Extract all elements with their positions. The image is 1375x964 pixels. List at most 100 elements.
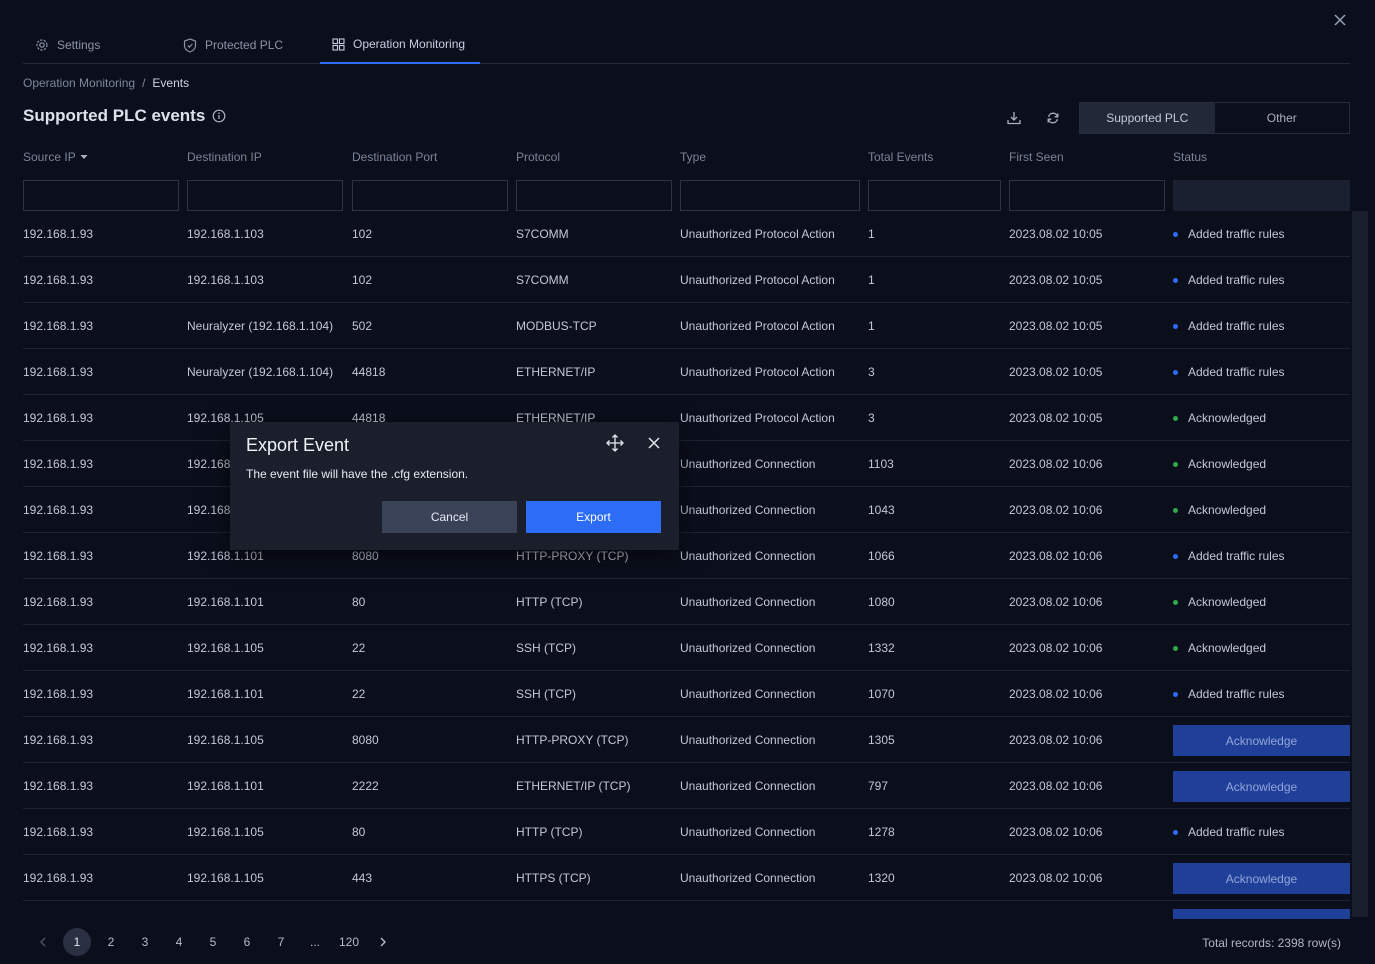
page-button-2[interactable]: 2 [94,928,128,956]
filter-protocol[interactable] [516,180,672,211]
column-header-total-events[interactable]: Total Events [868,150,933,164]
acknowledge-button[interactable]: Acknowledge [1173,909,1350,919]
page-button-1[interactable]: 1 [60,928,94,956]
column-header-destination-ip[interactable]: Destination IP [187,150,262,164]
cell-status: Acknowledged [1173,625,1350,671]
cell-destination-port: 80 [352,595,366,609]
table-row[interactable]: 192.168.1.93 192.168.1.101 80 HTTP (TCP) Una… [23,579,1350,625]
refresh-button[interactable] [1043,108,1063,128]
table-scrollbar[interactable] [1352,211,1368,917]
export-button[interactable]: Export [526,501,661,533]
status-text: Acknowledged [1188,595,1267,609]
table-row[interactable]: 192.168.1.93 192.168.1.105 443 HTTPS (TCP) U… [23,855,1350,901]
status-text: Acknowledged [1188,641,1267,655]
page-button-4[interactable]: 4 [162,928,196,956]
cell-first-seen: 2023.08.02 10:06 [1009,641,1103,655]
status-dot-icon [1173,461,1178,467]
page-button-5[interactable]: 5 [196,928,230,956]
tab-protected-plc[interactable]: Protected PLC [171,26,314,64]
info-icon[interactable] [212,109,226,123]
table-row[interactable]: 192.168.1.93 192.168.1.101 2222 ETHERNET/IP… [23,763,1350,809]
chevron-right-icon [380,937,386,947]
cell-type: Unauthorized Connection [680,641,816,655]
column-header-protocol[interactable]: Protocol [516,150,560,164]
cell-status: Acknowledged [1173,395,1350,441]
table-row[interactable]: Acknowledge [23,901,1350,919]
table-row[interactable]: 192.168.1.93 192.168 Unauthorized Connecti… [23,441,1350,487]
cell-destination-port: 44818 [352,365,386,379]
table-row[interactable]: 192.168.1.93 192.168.1.101 22 SSH (TCP) Unau… [23,671,1350,717]
pagination-ellipsis[interactable]: ... [298,928,332,956]
page-button-120[interactable]: 120 [332,928,366,956]
close-dialog-button[interactable] [644,433,664,453]
cell-destination-ip: 192.168.1.103 [187,227,264,241]
cell-source-ip [23,901,183,919]
move-dialog-handle[interactable] [605,433,625,453]
page-button-7[interactable]: 7 [264,928,298,956]
table-row[interactable]: 192.168.1.93 192.168.1.105 44818 ETHERNET/I… [23,395,1350,441]
prev-page-button[interactable] [26,928,60,956]
column-header-label: Protocol [516,150,561,164]
cell-protocol: SSH (TCP) [516,641,576,655]
tab-settings[interactable]: Settings [23,26,166,64]
cell-first-seen: 2023.08.02 10:05 [1009,319,1103,333]
cell-source-ip: 192.168.1.93 [23,733,94,747]
cell-total-events: 1080 [868,595,895,609]
table-row[interactable]: 192.168.1.93 192.168.1.103 102 S7COMM Unauth… [23,257,1350,303]
page-label: 3 [141,935,149,949]
breadcrumb-parent[interactable]: Operation Monitoring [23,76,135,90]
column-header-type[interactable]: Type [680,150,706,164]
cell-type: Unauthorized Connection [680,503,816,517]
segment-supported-plc[interactable]: Supported PLC [1080,103,1215,133]
acknowledge-button[interactable]: Acknowledge [1173,725,1350,756]
cell-type: Unauthorized Connection [680,549,816,563]
table-row[interactable]: 192.168.1.93 192.168.1.105 8080 HTTP-PROXY … [23,717,1350,763]
acknowledge-button[interactable]: Acknowledge [1173,771,1350,802]
column-header-first-seen[interactable]: First Seen [1009,150,1064,164]
download-icon [1007,112,1021,125]
page-label: 120 [338,935,360,949]
cell-destination-ip: 192.168.1.101 [187,779,264,793]
table-row[interactable]: 192.168.1.93 Neuralyzer (192.168.1.104) 50… [23,303,1350,349]
cancel-button[interactable]: Cancel [382,501,517,533]
dashboard-icon [332,37,345,51]
cell-first-seen [1009,901,1169,919]
page-button-3[interactable]: 3 [128,928,162,956]
status-text: Added traffic rules [1188,319,1285,333]
table-row[interactable]: 192.168.1.93 Neuralyzer (192.168.1.104) 44… [23,349,1350,395]
tab-operation-monitoring[interactable]: Operation Monitoring [320,26,480,64]
cell-destination-ip: 192.168.1.101 [187,687,264,701]
next-page-button[interactable] [366,928,400,956]
cell-total-events: 3 [868,365,875,379]
page-button-6[interactable]: 6 [230,928,264,956]
table-row[interactable]: 192.168.1.93 192.168.1.105 80 HTTP (TCP) Una… [23,809,1350,855]
filter-destination-ip[interactable] [187,180,343,211]
table-row[interactable]: 192.168.1.93 192.168.1.105 22 SSH (TCP) Unau… [23,625,1350,671]
filter-first-seen[interactable] [1009,180,1165,211]
acknowledge-button[interactable]: Acknowledge [1173,863,1350,894]
cell-total-events: 1278 [868,825,895,839]
filter-total-events[interactable] [868,180,1001,211]
cell-status: Added traffic rules [1173,257,1350,303]
column-header-label: Total Events [868,150,934,164]
column-header-source-ip[interactable]: Source IP [23,150,88,164]
cell-first-seen: 2023.08.02 10:05 [1009,365,1103,379]
cell-protocol: HTTP (TCP) [516,595,583,609]
filter-destination-port[interactable] [352,180,508,211]
filter-type[interactable] [680,180,860,211]
cell-source-ip: 192.168.1.93 [23,503,94,517]
table-row[interactable]: 192.168.1.93 192.168.1.103 102 S7COMM Unauth… [23,211,1350,257]
download-button[interactable] [1004,108,1024,128]
column-header-status[interactable]: Status [1173,150,1207,164]
cell-protocol: HTTP (TCP) [516,825,583,839]
segment-other[interactable]: Other [1215,103,1350,133]
status-text: Added traffic rules [1188,549,1285,563]
table-row[interactable]: 192.168.1.93 192.168.1.101 8080 HTTP-PROXY … [23,533,1350,579]
filter-status[interactable] [1173,180,1350,211]
table-row[interactable]: 192.168.1.93 192.168 Unauthorized Connecti… [23,487,1350,533]
filter-source-ip[interactable] [23,180,179,211]
status-dot-icon [1173,323,1178,329]
cell-source-ip: 192.168.1.93 [23,549,94,563]
column-header-destination-port[interactable]: Destination Port [352,150,437,164]
plc-type-toggle: Supported PLC Other [1079,102,1350,134]
